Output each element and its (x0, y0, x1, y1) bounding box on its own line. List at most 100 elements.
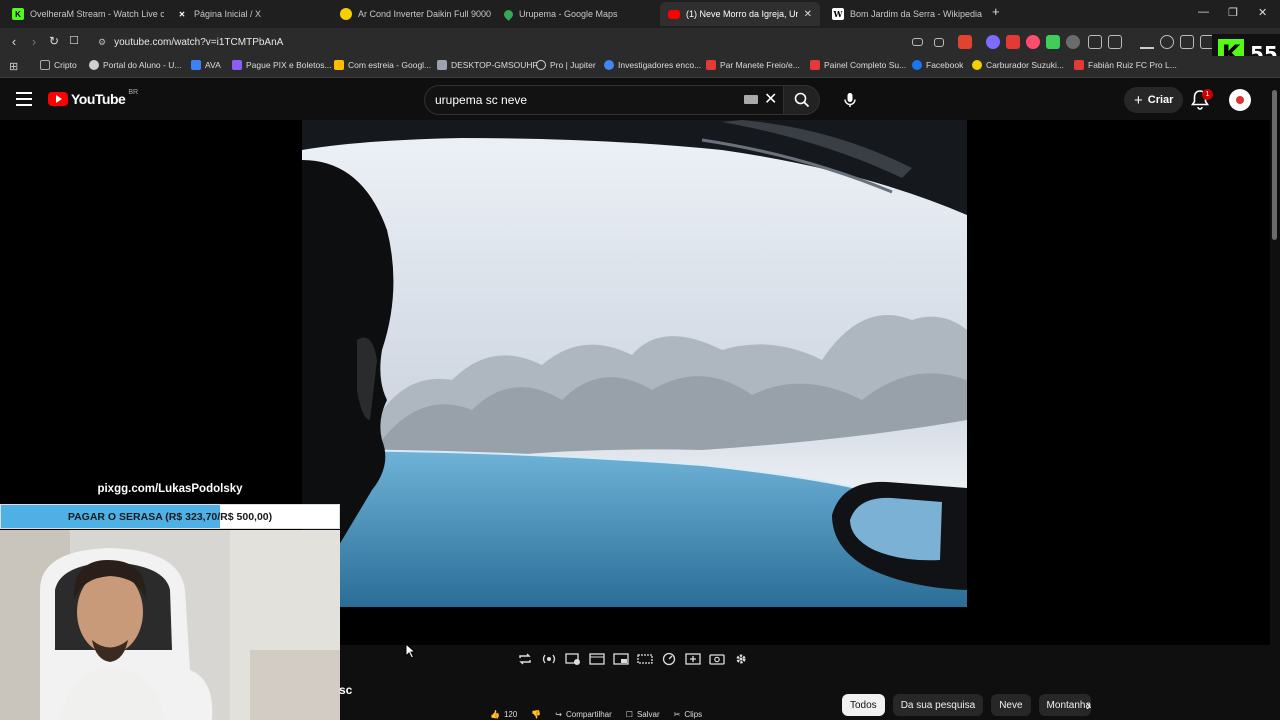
clip-button[interactable]: ✂ Clips (674, 710, 702, 720)
plus-icon: + (1134, 91, 1143, 109)
tab-title: Ar Cond Inverter Daikin Full 9000 Btu (358, 9, 492, 19)
clear-search-icon[interactable]: ✕ (764, 89, 777, 109)
screenshot-icon[interactable] (708, 651, 726, 667)
extension-icon[interactable] (1066, 35, 1080, 49)
gear-icon[interactable] (732, 651, 750, 667)
browser-tab[interactable]: W Bom Jardim da Serra - Wikipedia (824, 2, 988, 26)
dislike-button[interactable]: 👎 (531, 710, 541, 720)
youtube-icon (668, 9, 680, 19)
video-action-bar: 👍 120 👎 ↪ Compartilhar ☐ Salvar ✂ Clips (490, 710, 702, 720)
avatar[interactable] (1229, 89, 1251, 111)
chip-from-search[interactable]: Da sua pesquisa (892, 694, 984, 716)
tab-title: OvelheraM Stream - Watch Live on K (30, 9, 164, 19)
maximize-icon[interactable]: ❐ (1228, 6, 1238, 19)
site-favicon (706, 60, 716, 70)
tab-search-icon[interactable] (1108, 35, 1122, 49)
browser-tab[interactable]: Urupema - Google Maps (496, 2, 656, 26)
video-frame-car-snow-scene[interactable] (302, 120, 967, 607)
download-icon[interactable] (1140, 35, 1154, 49)
bookmark-item[interactable]: Carburador Suzuki... (972, 60, 1064, 70)
chevron-right-icon[interactable]: › (1086, 697, 1091, 713)
bookmark-item[interactable]: Pague PIX e Boletos... (232, 60, 332, 70)
browser-tab[interactable]: Ar Cond Inverter Daikin Full 9000 Btu (332, 2, 492, 26)
bookmark-item[interactable]: Pro | Jupiter (536, 60, 596, 70)
extensions-puzzle-icon[interactable] (1088, 35, 1102, 49)
maps-icon (502, 7, 515, 21)
search-icon (794, 92, 809, 108)
bookmark-item[interactable]: Cripto (40, 60, 77, 70)
site-favicon (972, 60, 982, 70)
share-label: Compartilhar (566, 710, 612, 719)
wide-view-icon[interactable] (636, 651, 654, 667)
extension-icon[interactable] (1026, 35, 1040, 49)
search-button[interactable] (784, 85, 820, 115)
bookmark-item[interactable]: Facebook (912, 60, 963, 70)
bookmark-star-icon[interactable]: ☐ (66, 34, 82, 47)
youtube-logo[interactable]: YouTube BR (48, 89, 138, 107)
thumbs-down-icon: 👎 (531, 710, 542, 719)
apps-grid-icon[interactable]: ⊞ (9, 60, 18, 73)
forward-icon[interactable]: › (26, 34, 42, 49)
bookmark-item[interactable]: Investigadores enco... (604, 60, 701, 70)
chip-all[interactable]: Todos (842, 694, 885, 716)
sidebar-icon[interactable] (1180, 35, 1194, 49)
address-bar[interactable]: ⚙ youtube.com/watch?v=i1TCMTPbAnA (92, 32, 892, 52)
extension-icon[interactable] (986, 35, 1000, 49)
save-button[interactable]: ☐ Salvar (626, 710, 660, 720)
related-filter-chips: Todos Da sua pesquisa Neve Montanha (842, 694, 1091, 716)
close-window-icon[interactable]: ✕ (1258, 6, 1267, 19)
extension-icon[interactable] (1006, 35, 1020, 49)
bookmark-item[interactable]: Painel Completo Su... (810, 60, 906, 70)
picture-in-picture-icon[interactable] (612, 651, 630, 667)
close-tab-icon[interactable]: ✕ (804, 9, 812, 20)
bookmark-item[interactable]: DESKTOP-GMSOUHF (437, 60, 538, 70)
url-text: youtube.com/watch?v=i1TCMTPbAnA (114, 36, 284, 48)
minimize-icon[interactable]: — (1198, 6, 1209, 18)
player-extension-toolbar (516, 650, 750, 668)
reload-icon[interactable]: ↻ (46, 34, 62, 48)
site-info-icon[interactable]: ⚙ (98, 37, 106, 48)
bookmark-item[interactable]: Com estreia - Googl... (334, 60, 431, 70)
youtube-wordmark: YouTube (71, 91, 126, 107)
playlist-view-icon[interactable] (564, 651, 582, 667)
bookmark-item[interactable]: Fabián Ruiz FC Pro L... (1074, 60, 1177, 70)
create-label: Criar (1147, 94, 1174, 106)
chip-snow[interactable]: Neve (991, 694, 1031, 716)
brave-shield-icon[interactable] (958, 35, 972, 49)
voice-search-button[interactable] (836, 86, 864, 114)
cinema-mode-icon[interactable] (588, 651, 606, 667)
browser-tab[interactable]: ✕ Página Inicial / X (168, 2, 328, 26)
bookmark-item[interactable]: Par Manete Freio/e... (706, 60, 800, 70)
keyboard-icon[interactable] (744, 95, 758, 104)
audio-mode-icon[interactable] (540, 651, 558, 667)
x-icon: ✕ (178, 9, 186, 19)
back-icon[interactable]: ‹ (6, 34, 22, 49)
chip-mountain[interactable]: Montanha (1038, 694, 1091, 716)
speed-icon[interactable] (660, 651, 678, 667)
browser-tab-active[interactable]: (1) Neve Morro da Igreja, Urubic ✕ (660, 2, 820, 26)
hamburger-menu-icon[interactable] (16, 92, 32, 106)
share-icon[interactable] (934, 38, 944, 47)
share-button[interactable]: ↪ Compartilhar (555, 710, 612, 720)
create-button[interactable]: + Criar (1124, 87, 1184, 113)
add-to-queue-icon[interactable] (684, 651, 702, 667)
new-tab-icon[interactable]: + (992, 4, 1000, 19)
bookmark-item[interactable]: AVA (191, 60, 221, 70)
media-icon[interactable] (1160, 35, 1174, 49)
kick-icon: K (12, 8, 24, 20)
google-icon (604, 60, 614, 70)
video-image (302, 120, 967, 607)
like-count: 120 (503, 710, 518, 719)
scrollbar-thumb[interactable] (1272, 90, 1277, 240)
site-favicon (810, 60, 820, 70)
loop-icon[interactable] (516, 651, 534, 667)
search-input[interactable]: urupema sc neve (424, 85, 784, 115)
streamer-webcam (0, 530, 340, 720)
like-button[interactable]: 👍 120 (490, 710, 517, 720)
screen-cast-icon[interactable] (912, 38, 923, 46)
bookmark-item[interactable]: Portal do Aluno - U... (89, 60, 181, 70)
browser-tab-strip: K OvelheraM Stream - Watch Live on K ✕ P… (0, 0, 1280, 28)
browser-tab[interactable]: K OvelheraM Stream - Watch Live on K (4, 2, 164, 26)
extension-icon[interactable] (1046, 35, 1060, 49)
webcam-image (0, 530, 340, 720)
